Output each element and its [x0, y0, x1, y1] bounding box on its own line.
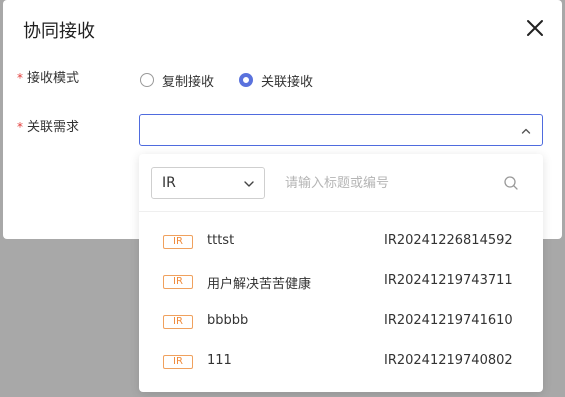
demand-label-text: 关联需求: [27, 120, 80, 135]
radio-copy-receive[interactable]: 复制接收: [140, 70, 214, 90]
item-code: IR20241219740802: [384, 353, 513, 368]
list-item[interactable]: IR 用户解决苦苦健康 IR20241219743711: [139, 262, 543, 302]
required-mark: *: [17, 120, 23, 134]
radio-link-receive-label: 关联接收: [261, 74, 314, 90]
radio-circle-checked: [239, 73, 253, 87]
demand-dropdown-panel: IR IR tttst IR20241226814592 IR 用户解决苦苦健康…: [139, 154, 543, 392]
type-select[interactable]: IR: [151, 167, 265, 199]
required-mark: *: [17, 71, 23, 85]
item-title: 111: [207, 353, 232, 368]
item-title: bbbbb: [207, 313, 249, 328]
demand-label: * 关联需求: [17, 118, 79, 137]
item-title: 用户解决苦苦健康: [207, 277, 312, 292]
list-item[interactable]: IR bbbbb IR20241219741610: [139, 302, 543, 342]
chevron-up-icon: [521, 128, 531, 134]
radio-circle: [140, 73, 154, 87]
linked-demand-select[interactable]: [139, 114, 543, 146]
type-badge: IR: [163, 235, 193, 249]
radio-link-receive[interactable]: 关联接收: [239, 70, 313, 90]
radio-copy-receive-label: 复制接收: [162, 74, 215, 90]
mode-label: * 接收模式: [17, 69, 79, 88]
dialog-title: 协同接收: [23, 21, 95, 42]
close-button[interactable]: [523, 16, 547, 40]
chevron-down-icon: [244, 181, 254, 187]
list-item[interactable]: IR 111 IR20241219740802: [139, 342, 543, 382]
dropdown-divider: [139, 211, 543, 212]
item-title: tttst: [207, 233, 235, 248]
item-code: IR20241226814592: [384, 233, 513, 248]
search-input[interactable]: [275, 167, 531, 199]
mode-label-text: 接收模式: [27, 71, 80, 86]
type-badge: IR: [163, 275, 193, 289]
type-badge: IR: [163, 355, 193, 369]
close-icon: [527, 20, 543, 36]
item-code: IR20241219743711: [384, 273, 513, 288]
type-select-value: IR: [162, 175, 176, 191]
type-badge: IR: [163, 315, 193, 329]
item-code: IR20241219741610: [384, 313, 513, 328]
list-item[interactable]: IR tttst IR20241226814592: [139, 222, 543, 262]
search-icon[interactable]: [503, 175, 519, 191]
